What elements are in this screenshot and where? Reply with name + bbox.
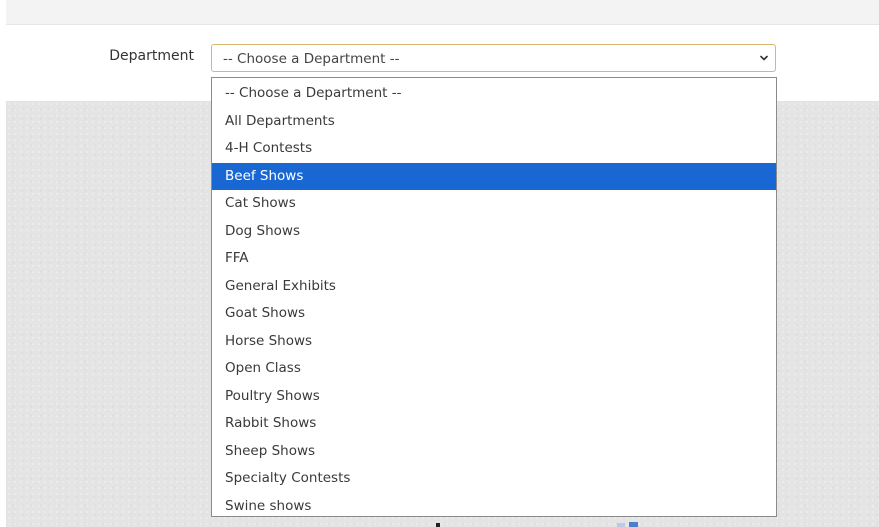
department-select[interactable]: -- Choose a Department -- xyxy=(211,44,776,72)
dropdown-option-rabbit-shows[interactable]: Rabbit Shows xyxy=(212,410,776,438)
dropdown-option-sheep-shows[interactable]: Sheep Shows xyxy=(212,438,776,466)
dropdown-option-open-class[interactable]: Open Class xyxy=(212,355,776,383)
dropdown-option-horse-shows[interactable]: Horse Shows xyxy=(212,328,776,356)
department-select-value: -- Choose a Department -- xyxy=(223,51,400,67)
dropdown-option-swine-shows[interactable]: Swine shows xyxy=(212,493,776,521)
dropdown-option-choose[interactable]: -- Choose a Department -- xyxy=(212,80,776,108)
dropdown-option-4h-contests[interactable]: 4-H Contests xyxy=(212,135,776,163)
dropdown-option-dog-shows[interactable]: Dog Shows xyxy=(212,218,776,246)
dropdown-option-goat-shows[interactable]: Goat Shows xyxy=(212,300,776,328)
dropdown-option-general-exhibits[interactable]: General Exhibits xyxy=(212,273,776,301)
dropdown-option-beef-shows[interactable]: Beef Shows xyxy=(212,162,776,190)
dropdown-option-poultry-shows[interactable]: Poultry Shows xyxy=(212,383,776,411)
dropdown-option-specialty-contests[interactable]: Specialty Contests xyxy=(212,465,776,493)
dropdown-option-ffa[interactable]: FFA xyxy=(212,245,776,273)
partially-hidden-content xyxy=(0,520,879,527)
department-dropdown-list[interactable]: -- Choose a Department -- All Department… xyxy=(211,77,777,517)
partial-text-fragment xyxy=(436,523,440,527)
dropdown-option-cat-shows[interactable]: Cat Shows xyxy=(212,190,776,218)
chevron-down-icon xyxy=(760,55,768,61)
top-bar xyxy=(6,0,879,25)
department-label: Department xyxy=(109,48,194,64)
dropdown-option-all-departments[interactable]: All Departments xyxy=(212,108,776,136)
partial-icon-fragment xyxy=(629,522,638,527)
partial-icon-fragment xyxy=(617,523,625,527)
